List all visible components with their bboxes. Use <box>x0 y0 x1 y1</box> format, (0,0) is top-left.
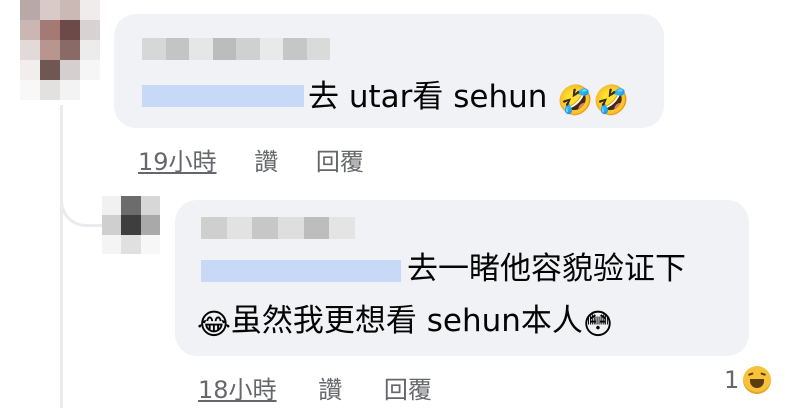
haha-icon <box>743 366 772 394</box>
reply-body: 虽然我更想看 sehun本人 <box>230 303 583 339</box>
reply-button[interactable]: 回覆 <box>316 142 364 177</box>
avatar[interactable] <box>20 0 100 100</box>
reply-text-line-2: 😂虽然我更想看 sehun本人😳 <box>197 298 613 347</box>
comment-body: 去 utar看 sehun <box>308 79 548 115</box>
comment-text: 去 utar看 sehun 🤣🤣 <box>308 74 630 123</box>
reply-text-line-1: 去一睹他容貌验证下 <box>407 251 686 287</box>
comment-bubble: 去 utar看 sehun 🤣🤣 <box>114 14 664 128</box>
comment-actions: 19小時 讚 回覆 <box>138 142 364 177</box>
tagged-user-blurred[interactable] <box>142 85 304 107</box>
like-button[interactable]: 讚 <box>318 370 342 405</box>
reply-bubble: 去一睹他容貌验证下 😂虽然我更想看 sehun本人😳 <box>175 200 749 356</box>
reply-avatar[interactable] <box>102 196 160 254</box>
replier-name-blurred[interactable] <box>201 217 356 239</box>
tagged-user-blurred[interactable] <box>201 260 401 282</box>
tears-of-joy-emoji-icon: 😂 <box>197 307 231 341</box>
reply-actions: 18小時 讚 回覆 <box>198 370 432 405</box>
like-button[interactable]: 讚 <box>254 142 278 177</box>
reaction-summary[interactable]: 1 <box>724 366 772 394</box>
commenter-name-blurred[interactable] <box>142 38 330 60</box>
reaction-count: 1 <box>724 366 740 394</box>
rofl-emoji-icon: 🤣🤣 <box>557 83 630 117</box>
thread-line <box>60 105 63 408</box>
timestamp-link[interactable]: 18小時 <box>198 370 277 405</box>
reply-button[interactable]: 回覆 <box>384 370 432 405</box>
flushed-emoji-icon: 😳 <box>582 307 614 341</box>
timestamp-link[interactable]: 19小時 <box>138 142 217 177</box>
